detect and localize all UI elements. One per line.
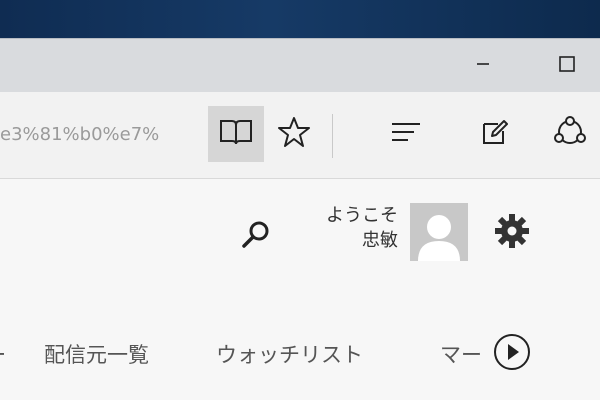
- browser-titlebar: [0, 38, 600, 93]
- reading-view-icon: [218, 117, 254, 151]
- minimize-icon: [473, 54, 493, 78]
- search-icon: [239, 218, 273, 256]
- maximize-icon: [556, 53, 578, 79]
- nav-item-market[interactable]: マー: [440, 339, 490, 369]
- search-button[interactable]: [236, 215, 276, 259]
- address-text: e3%81%b0%e7%: [0, 124, 160, 145]
- hub-button[interactable]: [378, 106, 434, 162]
- maximize-button[interactable]: [540, 39, 594, 93]
- settings-button[interactable]: [488, 209, 536, 257]
- nav-item-watchlist[interactable]: ウォッチリスト: [216, 339, 363, 369]
- share-button[interactable]: [542, 106, 598, 162]
- next-arrow-icon: [492, 332, 532, 376]
- avatar[interactable]: [410, 203, 468, 261]
- favorite-button[interactable]: [266, 106, 322, 162]
- web-note-button[interactable]: [467, 106, 523, 162]
- share-icon: [550, 114, 590, 154]
- nav-item-sources[interactable]: 配信元一覧: [44, 339, 149, 369]
- desktop-background: [0, 0, 600, 38]
- address-bar[interactable]: e3%81%b0%e7%: [0, 92, 200, 178]
- page-content: ようこそ 忠敏 配信元一覧 ウォッチリスト マー: [0, 179, 600, 400]
- reading-view-button[interactable]: [208, 106, 264, 162]
- toolbar-divider: [332, 114, 333, 158]
- nav-next-button[interactable]: [490, 332, 534, 376]
- favorite-star-icon: [277, 115, 311, 153]
- welcome-greeting: ようこそ: [326, 205, 398, 226]
- web-note-icon: [480, 117, 510, 151]
- nav-item-partial[interactable]: ー: [0, 339, 4, 369]
- welcome-text: ようこそ 忠敏: [290, 203, 398, 253]
- content-nav: ー 配信元一覧 ウォッチリスト マー: [0, 329, 600, 379]
- hub-icon: [388, 118, 424, 150]
- settings-gear-icon: [492, 211, 532, 255]
- minimize-button[interactable]: [456, 39, 510, 93]
- browser-toolbar: e3%81%b0%e7%: [0, 92, 600, 179]
- user-name: 忠敏: [362, 230, 398, 251]
